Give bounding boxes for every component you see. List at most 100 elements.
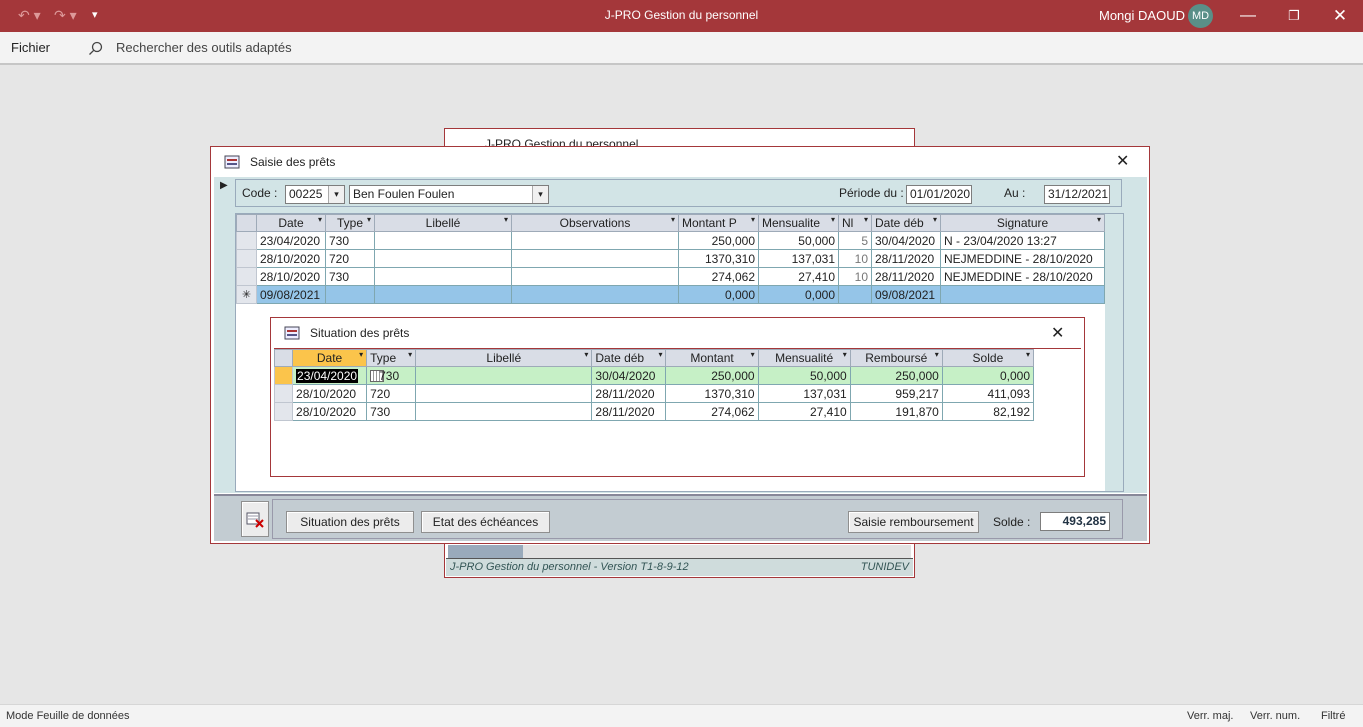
avatar[interactable]: MD bbox=[1188, 4, 1213, 28]
column-header-observations[interactable]: Observations ▾ bbox=[511, 214, 679, 232]
select-all-corner[interactable] bbox=[236, 214, 257, 232]
cell-montant[interactable]: 250,000 bbox=[678, 231, 759, 250]
row-selector[interactable] bbox=[273, 384, 294, 403]
row-selector[interactable] bbox=[236, 267, 257, 286]
cell-mensualite[interactable]: 0,000 bbox=[758, 285, 839, 304]
cell-nb[interactable]: 10 bbox=[838, 249, 872, 268]
new-row-marker[interactable]: ✳ bbox=[236, 285, 257, 304]
cell-date[interactable]: 28/10/2020 bbox=[292, 384, 368, 403]
column-header-signature[interactable]: Signature ▾ bbox=[940, 214, 1105, 232]
vertical-scrollbar[interactable] bbox=[1105, 214, 1123, 491]
row-selector[interactable] bbox=[236, 231, 257, 250]
cell-mensualite[interactable]: 50,000 bbox=[758, 231, 839, 250]
row-selector[interactable] bbox=[236, 249, 257, 268]
column-header-montant[interactable]: Montant ▾ bbox=[665, 349, 759, 367]
table-row[interactable]: 28/10/2020 720 1370,310 137,031 10 28/11… bbox=[236, 249, 1105, 268]
cell-type[interactable]: 720 bbox=[325, 249, 375, 268]
table-row[interactable]: 28/10/2020 720 28/11/2020 1370,310 137,0… bbox=[273, 384, 1035, 403]
cell-rembourse[interactable]: 959,217 bbox=[849, 384, 943, 403]
new-record-row[interactable]: ✳ 09/08/2021 0,000 0,000 09/08/2021 bbox=[236, 285, 1105, 304]
cell-libelle[interactable] bbox=[374, 285, 512, 304]
column-header-date[interactable]: Date ▾ bbox=[292, 349, 368, 367]
column-header-solde[interactable]: Solde ▾ bbox=[941, 349, 1035, 367]
table-row[interactable]: 23/04/2020 730 250,000 50,000 5 30/04/20… bbox=[236, 231, 1105, 250]
column-header-montant[interactable]: Montant P ▾ bbox=[678, 214, 759, 232]
cell-solde[interactable]: 411,093 bbox=[941, 384, 1035, 403]
cell-observations[interactable] bbox=[511, 249, 679, 268]
cell-montant[interactable]: 274,062 bbox=[678, 267, 759, 286]
cell-mensualite[interactable]: 137,031 bbox=[757, 384, 851, 403]
cell-libelle[interactable] bbox=[415, 366, 593, 385]
situation-prets-button[interactable]: Situation des prêts bbox=[286, 511, 414, 533]
chevron-down-icon[interactable]: ▾ bbox=[328, 186, 344, 203]
etat-echeances-button[interactable]: Etat des échéances bbox=[421, 511, 550, 533]
cell-nb[interactable]: 5 bbox=[838, 231, 872, 250]
cell-date-deb[interactable]: 30/04/2020 bbox=[591, 366, 667, 385]
cell-signature[interactable]: N - 23/04/2020 13:27 bbox=[940, 231, 1105, 250]
cell-mensualite[interactable]: 137,031 bbox=[758, 249, 839, 268]
cell-observations[interactable] bbox=[511, 267, 679, 286]
employee-name-combo[interactable]: Ben Foulen Foulen ▾ bbox=[349, 185, 549, 204]
close-app-icon[interactable]: ✕ bbox=[1320, 3, 1360, 29]
cell-montant[interactable]: 1370,310 bbox=[678, 249, 759, 268]
cell-libelle[interactable] bbox=[374, 249, 512, 268]
cell-signature[interactable]: NEJMEDDINE - 28/10/2020 bbox=[940, 267, 1105, 286]
chevron-down-icon[interactable]: ▾ bbox=[532, 186, 548, 203]
cell-date[interactable]: 09/08/2021 bbox=[256, 285, 326, 304]
cell-date[interactable]: 23/04/2020 bbox=[256, 231, 326, 250]
row-selector[interactable] bbox=[273, 402, 294, 421]
row-selector[interactable] bbox=[273, 366, 294, 385]
column-header-libelle[interactable]: Libellé ▾ bbox=[374, 214, 512, 232]
cell-solde[interactable]: 0,000 bbox=[941, 366, 1035, 385]
cell-type[interactable]: 730 bbox=[366, 366, 417, 385]
cell-mensualite[interactable]: 27,410 bbox=[758, 267, 839, 286]
column-header-date-deb[interactable]: Date déb ▾ bbox=[871, 214, 941, 232]
cell-date-deb[interactable]: 28/11/2020 bbox=[591, 402, 667, 421]
cell-date-deb[interactable]: 30/04/2020 bbox=[871, 231, 941, 250]
column-header-date[interactable]: Date ▾ bbox=[256, 214, 326, 232]
cell-nb[interactable]: 10 bbox=[838, 267, 872, 286]
cell-nb[interactable] bbox=[838, 285, 872, 304]
cell-type[interactable]: 730 bbox=[366, 402, 417, 421]
cell-signature[interactable]: NEJMEDDINE - 28/10/2020 bbox=[940, 249, 1105, 268]
table-row[interactable]: 28/10/2020 730 274,062 27,410 10 28/11/2… bbox=[236, 267, 1105, 286]
cell-date[interactable]: 28/10/2020 bbox=[256, 267, 326, 286]
cell-libelle[interactable] bbox=[415, 402, 593, 421]
cell-solde[interactable]: 82,192 bbox=[941, 402, 1035, 421]
select-all-corner[interactable] bbox=[273, 349, 294, 367]
column-header-type[interactable]: Type ▾ bbox=[325, 214, 375, 232]
column-header-type[interactable]: Type ▾ bbox=[366, 349, 417, 367]
file-menu[interactable]: Fichier bbox=[11, 40, 50, 55]
situation-datasheet[interactable]: Date ▾ Type ▾ Libellé ▾ Date déb ▾ Montant ▾ … bbox=[273, 349, 1081, 475]
cell-date[interactable]: 28/10/2020 bbox=[256, 249, 326, 268]
code-combo[interactable]: 00225 ▾ bbox=[285, 185, 345, 204]
cell-mensualite[interactable]: 50,000 bbox=[757, 366, 851, 385]
cell-date-deb[interactable]: 28/11/2020 bbox=[591, 384, 667, 403]
column-header-nb[interactable]: Nl ▾ bbox=[838, 214, 872, 232]
column-header-date-deb[interactable]: Date déb ▾ bbox=[591, 349, 667, 367]
cell-type[interactable]: 720 bbox=[366, 384, 417, 403]
period-from-field[interactable]: 01/01/2020 bbox=[906, 185, 972, 204]
column-header-mensualite[interactable]: Mensualite ▾ bbox=[758, 214, 839, 232]
minimize-icon[interactable]: — bbox=[1228, 3, 1268, 29]
cell-rembourse[interactable]: 191,870 bbox=[849, 402, 943, 421]
cell-type[interactable]: 730 bbox=[325, 267, 375, 286]
column-header-rembourse[interactable]: Remboursé ▾ bbox=[849, 349, 943, 367]
table-row[interactable]: 28/10/2020 730 28/11/2020 274,062 27,410… bbox=[273, 402, 1035, 421]
cell-montant[interactable]: 1370,310 bbox=[665, 384, 759, 403]
tell-me-search[interactable]: Rechercher des outils adaptés bbox=[116, 40, 292, 55]
saisie-remboursement-button[interactable]: Saisie remboursement bbox=[848, 511, 979, 533]
cell-observations[interactable] bbox=[511, 285, 679, 304]
delete-record-button[interactable] bbox=[241, 501, 269, 537]
cell-type[interactable] bbox=[325, 285, 375, 304]
cell-montant[interactable]: 0,000 bbox=[678, 285, 759, 304]
cell-rembourse[interactable]: 250,000 bbox=[849, 366, 943, 385]
cell-libelle[interactable] bbox=[415, 384, 593, 403]
cell-signature[interactable] bbox=[940, 285, 1105, 304]
cell-date-deb[interactable]: 09/08/2021 bbox=[871, 285, 941, 304]
table-row-active[interactable]: 23/04/2020 730 30/04/2020 250,000 50,000… bbox=[273, 366, 1035, 385]
close-icon[interactable]: ✕ bbox=[1051, 323, 1064, 343]
cell-date[interactable]: 23/04/2020 bbox=[292, 366, 368, 385]
cell-observations[interactable] bbox=[511, 231, 679, 250]
cell-date-deb[interactable]: 28/11/2020 bbox=[871, 249, 941, 268]
